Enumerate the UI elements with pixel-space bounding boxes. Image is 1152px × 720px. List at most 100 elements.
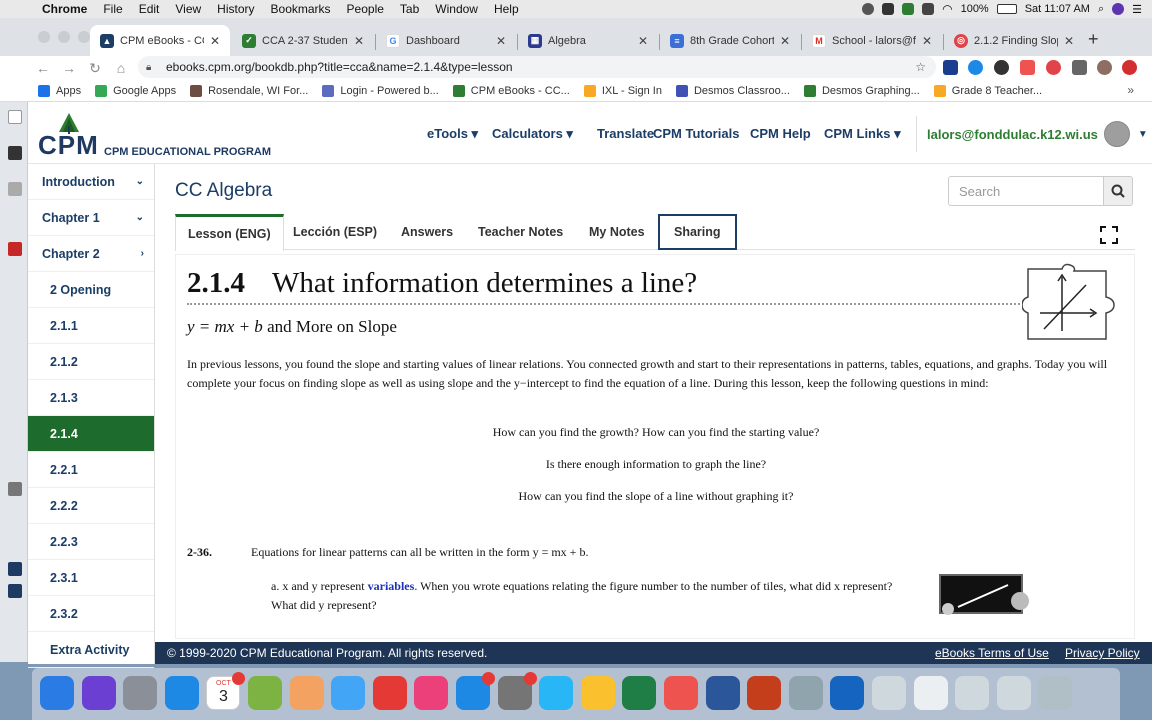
tab-lesson-eng[interactable]: Lesson (ENG) bbox=[175, 214, 284, 251]
sidebar-item-2-1-3[interactable]: 2.1.3 bbox=[28, 380, 154, 416]
search-button[interactable] bbox=[1103, 176, 1133, 206]
bookmarks-overflow-icon[interactable]: » bbox=[1127, 83, 1134, 97]
bookmark-google-apps[interactable]: Google Apps bbox=[95, 84, 176, 97]
window-minimize-icon[interactable] bbox=[58, 31, 70, 43]
lock-icon[interactable]: 🔒︎ bbox=[146, 62, 160, 73]
notes-icon[interactable] bbox=[539, 676, 574, 710]
wifi-icon[interactable]: ◠ bbox=[942, 2, 952, 16]
news-icon[interactable] bbox=[372, 676, 407, 710]
messages-icon[interactable] bbox=[331, 676, 366, 710]
tab-close-icon[interactable]: ✕ bbox=[1064, 34, 1074, 48]
browser-tab-finding-slope[interactable]: ◎ 2.1.2 Finding Slope ✕ bbox=[944, 25, 1084, 56]
extension-dark-icon[interactable] bbox=[994, 60, 1009, 75]
music-icon[interactable] bbox=[414, 676, 449, 710]
menu-window[interactable]: Window bbox=[427, 2, 486, 16]
tab-close-icon[interactable]: ✕ bbox=[210, 34, 220, 48]
word-icon[interactable] bbox=[705, 676, 740, 710]
sidebar-item-2-3-2[interactable]: 2.3.2 bbox=[28, 596, 154, 632]
bookmark-cpm-ebooks[interactable]: CPM eBooks - CC... bbox=[452, 84, 570, 97]
spotlight-icon[interactable]: ⌕ bbox=[1098, 3, 1104, 16]
screencastify-icon[interactable] bbox=[664, 676, 698, 710]
sidebar-item-chapter-1[interactable]: Chapter 1 ⌄ bbox=[28, 200, 154, 236]
sidebar-item-2-2-3[interactable]: 2.2.3 bbox=[28, 524, 154, 560]
extension-blue-icon[interactable] bbox=[968, 60, 983, 75]
reload-icon[interactable]: ↻ bbox=[82, 60, 108, 77]
dropbox-icon[interactable] bbox=[830, 676, 865, 710]
menu-tab[interactable]: Tab bbox=[392, 2, 427, 16]
nav-translate[interactable]: Translate bbox=[597, 126, 654, 141]
sidebar-item-2-2-2[interactable]: 2.2.2 bbox=[28, 488, 154, 524]
back-arrow-icon[interactable]: ← bbox=[30, 60, 56, 76]
browser-tab-algebra[interactable]: ▦ Algebra ✕ bbox=[518, 25, 658, 56]
tab-close-icon[interactable]: ✕ bbox=[496, 34, 506, 48]
fullscreen-icon[interactable] bbox=[1100, 226, 1118, 244]
extension-red-arrow-icon[interactable] bbox=[1020, 60, 1035, 75]
menu-clock[interactable]: Sat 11:07 AM bbox=[1025, 3, 1090, 15]
tab-close-icon[interactable]: ✕ bbox=[780, 34, 790, 48]
photos-icon[interactable] bbox=[289, 676, 324, 710]
nav-links[interactable]: CPM Links ▾ bbox=[824, 126, 901, 142]
bookmark-ixl[interactable]: IXL - Sign In bbox=[583, 84, 662, 97]
footer-terms-link[interactable]: eBooks Terms of Use bbox=[935, 646, 1049, 660]
drive-status-icon[interactable] bbox=[902, 3, 915, 15]
tab-teacher-notes[interactable]: Teacher Notes bbox=[478, 214, 563, 250]
sidebar-item-extra-activity[interactable]: Extra Activity bbox=[28, 632, 154, 668]
forward-arrow-icon[interactable]: → bbox=[56, 60, 82, 76]
bookmark-desmos-classroom[interactable]: Desmos Classroo... bbox=[675, 84, 790, 97]
screen-record-icon[interactable] bbox=[862, 3, 875, 15]
bookmark-login[interactable]: Login - Powered b... bbox=[322, 84, 439, 97]
sidebar-item-introduction[interactable]: Introduction ⌄ bbox=[28, 164, 154, 200]
extensions-puzzle-icon[interactable] bbox=[1072, 60, 1087, 75]
tab-leccion-esp[interactable]: Lección (ESP) bbox=[293, 214, 377, 250]
display-status-icon[interactable] bbox=[922, 3, 935, 15]
bookmark-grade8[interactable]: Grade 8 Teacher... bbox=[933, 84, 1042, 97]
next-arrow-icon[interactable] bbox=[8, 584, 22, 598]
screenshot2-icon[interactable] bbox=[996, 676, 1031, 710]
document-icon[interactable] bbox=[913, 676, 948, 710]
maps-icon[interactable] bbox=[248, 676, 282, 710]
finder-icon[interactable] bbox=[40, 676, 74, 710]
browser-tab-student-copy[interactable]: ✓ CCA 2-37 Student copy ✕ bbox=[232, 25, 374, 56]
battery-icon[interactable] bbox=[996, 4, 1017, 14]
preview-icon[interactable] bbox=[788, 676, 823, 710]
notification-center-icon[interactable]: ☰ bbox=[1132, 3, 1142, 16]
chrome-icon[interactable] bbox=[580, 676, 615, 710]
tab-sharing[interactable]: Sharing bbox=[658, 214, 737, 250]
user-menu[interactable]: lalors@fonddulac.k12.wi.us ▼ bbox=[916, 116, 1148, 152]
tab-close-icon[interactable]: ✕ bbox=[354, 34, 364, 48]
siri-icon[interactable] bbox=[81, 676, 116, 710]
prev-arrow-icon[interactable] bbox=[8, 562, 22, 576]
help-icon[interactable] bbox=[872, 676, 906, 710]
record-icon[interactable] bbox=[8, 242, 22, 256]
cpm-logo[interactable]: CPM CPM EDUCATIONAL PROGRAM bbox=[38, 112, 271, 160]
bookmark-star-icon[interactable]: ☆ bbox=[915, 60, 926, 74]
excel-icon[interactable] bbox=[622, 676, 657, 710]
menu-history[interactable]: History bbox=[209, 2, 262, 16]
nav-help[interactable]: CPM Help bbox=[750, 126, 811, 141]
nav-etools[interactable]: eTools ▾ bbox=[427, 126, 478, 142]
sidebar-item-2-opening[interactable]: 2 Opening bbox=[28, 272, 154, 308]
siri-menu-icon[interactable] bbox=[1112, 3, 1125, 15]
tab-close-icon[interactable]: ✕ bbox=[638, 34, 648, 48]
paperclip-icon[interactable] bbox=[8, 182, 22, 196]
tab-answers[interactable]: Answers bbox=[401, 214, 453, 250]
screencastify-extension-icon[interactable] bbox=[1046, 60, 1061, 75]
menu-file[interactable]: File bbox=[95, 2, 130, 16]
vocab-link-variables[interactable]: variables bbox=[368, 579, 415, 593]
launchpad-icon[interactable] bbox=[123, 676, 158, 710]
expand-arrows-icon[interactable] bbox=[8, 482, 22, 496]
search-input[interactable]: Search bbox=[948, 176, 1104, 206]
sidebar-item-2-3-1[interactable]: 2.3.1 bbox=[28, 560, 154, 596]
doc-icon[interactable] bbox=[8, 110, 22, 124]
sidebar-item-2-2-1[interactable]: 2.2.1 bbox=[28, 452, 154, 488]
screen-icon[interactable] bbox=[8, 146, 22, 160]
browser-tab-cohort[interactable]: ≡ 8th Grade Cohort Algebra ✕ bbox=[660, 25, 800, 56]
new-tab-icon[interactable]: + bbox=[1088, 29, 1099, 50]
menu-bookmarks[interactable]: Bookmarks bbox=[263, 2, 339, 16]
home-icon[interactable]: ⌂ bbox=[108, 60, 134, 76]
window-zoom-icon[interactable] bbox=[78, 31, 90, 43]
bookmark-apps[interactable]: Apps bbox=[38, 84, 81, 97]
profile-avatar-icon[interactable] bbox=[1097, 60, 1112, 75]
screenshot-icon[interactable] bbox=[955, 676, 990, 710]
browser-tab-gmail[interactable]: M School - lalors@fonddulac ✕ bbox=[802, 25, 942, 56]
